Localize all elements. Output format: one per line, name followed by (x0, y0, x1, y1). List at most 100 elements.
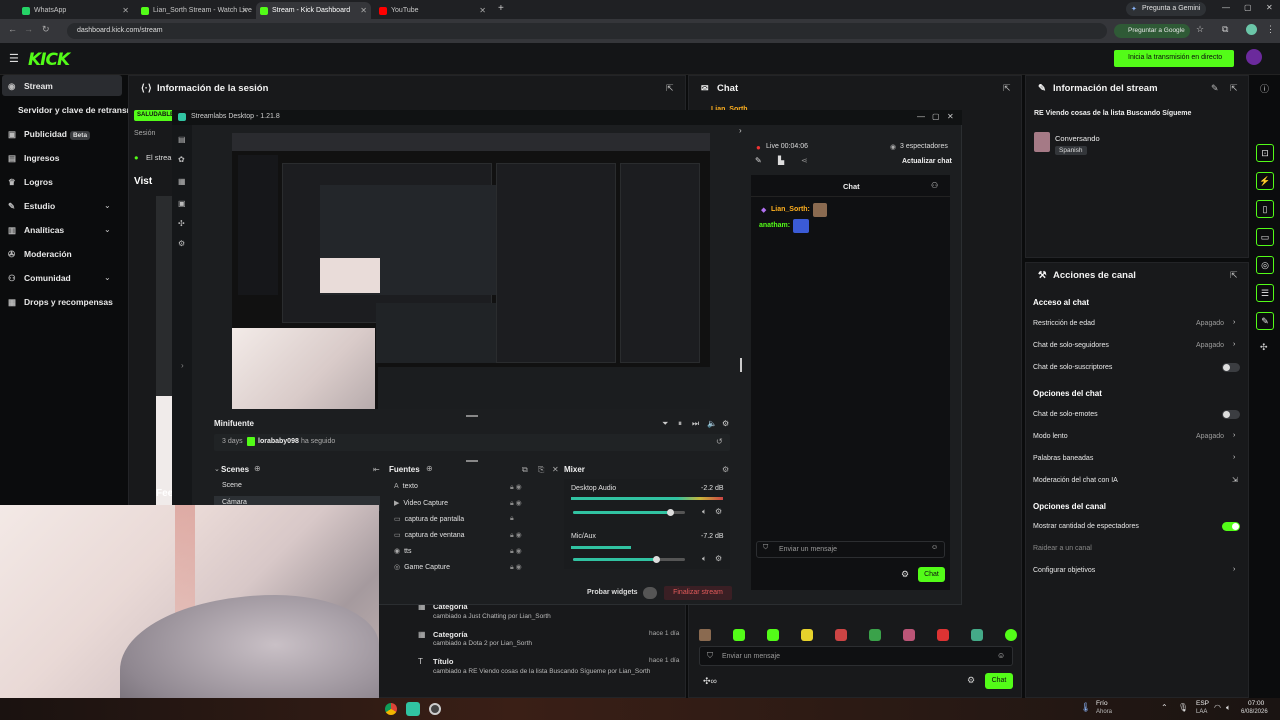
maximize-button[interactable]: ▢ (1244, 3, 1252, 12)
add-scene-icon[interactable]: ⊕ (254, 464, 261, 473)
age-restriction-label[interactable]: Restricción de edad (1033, 320, 1095, 327)
emote-icon[interactable] (903, 629, 915, 641)
kick-logo[interactable]: KICK (28, 50, 70, 70)
resize-handle[interactable] (466, 415, 478, 417)
clipboard-icon[interactable]: ▯ (1256, 200, 1274, 218)
expand-icon[interactable]: ⇱ (1230, 270, 1238, 281)
scene-item[interactable]: Scene (214, 479, 380, 494)
tab-youtube[interactable]: YouTube ✕ (375, 2, 490, 19)
scan-icon[interactable]: ⊡ (1256, 144, 1274, 162)
streamlabs-taskbar-icon[interactable] (406, 702, 420, 716)
expand-icon[interactable]: ⇱ (666, 83, 674, 94)
chat-icon[interactable]: ▭ (1256, 228, 1274, 246)
folder-icon[interactable]: ⧉ (522, 465, 528, 475)
emote-icon[interactable] (835, 629, 847, 641)
embedded-chat-send-button[interactable]: Chat (918, 567, 945, 582)
close-window-button[interactable]: ✕ (947, 112, 954, 121)
lock-icon[interactable]: 🔒︎ ◉ (510, 483, 522, 492)
emote-icon[interactable] (937, 629, 949, 641)
wifi-icon[interactable]: ◠ (1214, 703, 1221, 712)
share-icon[interactable]: ⋖ (801, 156, 808, 165)
volume-icon[interactable]: 🔈︎ (702, 507, 707, 517)
external-link-icon[interactable]: ⇲ (1232, 476, 1238, 484)
gear-icon[interactable]: ⚙ (722, 419, 729, 428)
clip-icon[interactable]: ▙ (778, 156, 784, 165)
refresh-chat-button[interactable]: Actualizar chat (902, 158, 952, 165)
theme-icon[interactable]: ✿ (178, 155, 185, 164)
close-window-button[interactable]: ✕ (1266, 3, 1273, 12)
bolt-icon[interactable]: ⚡ (1256, 172, 1274, 190)
sidebar-item-publicidad[interactable]: ▣ Publicidad Beta (8, 129, 91, 140)
gear-icon[interactable]: ⚙ (715, 554, 722, 563)
followers-only-label[interactable]: Chat de solo-seguidores (1033, 342, 1109, 349)
volume-icon[interactable]: 🔈︎ (702, 554, 707, 564)
hamburger-icon[interactable]: ☰ (9, 52, 19, 65)
tab-kick-dashboard[interactable]: Stream - Kick Dashboard ✕ (256, 2, 371, 19)
chevron-down-icon[interactable]: ⌄ (214, 465, 220, 473)
slider-knob[interactable] (667, 509, 675, 516)
sidebar-item-stream[interactable]: ◉ Stream (8, 81, 53, 92)
source-item[interactable]: Atexto (394, 483, 418, 490)
chat-send-button[interactable]: Chat (985, 673, 1013, 689)
minimize-button[interactable]: — (917, 112, 925, 121)
pause-icon[interactable]: ⏸ (678, 419, 682, 429)
sidebar-item-estudio[interactable]: ✎ Estudio (8, 201, 55, 212)
new-tab-button[interactable]: + (498, 3, 504, 14)
emote-icon[interactable] (869, 629, 881, 641)
emote-icon[interactable] (801, 629, 813, 641)
expand-icon[interactable]: ⇱ (1003, 83, 1011, 94)
extensions-icon[interactable]: ⧉ (1222, 24, 1228, 35)
chevron-right-icon[interactable]: › (1233, 454, 1235, 461)
gear-icon[interactable]: ⚙ (715, 507, 722, 516)
source-item[interactable]: ◉ tts (394, 547, 412, 555)
event-user[interactable]: lorababy098 (258, 438, 299, 445)
chrome-icon[interactable] (385, 703, 397, 715)
lock-icon[interactable]: 🔒︎ ◉ (510, 531, 522, 540)
tab-whatsapp[interactable]: WhatsApp ✕ (18, 2, 133, 19)
maximize-button[interactable]: ▢ (932, 112, 940, 121)
gemini-button[interactable]: ✦ Pregunta a Gemini (1126, 2, 1206, 16)
ask-google-button[interactable]: Preguntar a Google (1114, 24, 1190, 38)
goals-label[interactable]: Configurar objetivos (1033, 567, 1095, 574)
volume-icon[interactable]: 🔈 (707, 419, 717, 428)
chat-username[interactable]: anatham: (759, 222, 790, 229)
apps-icon[interactable]: ✣ (178, 219, 185, 228)
close-icon[interactable]: ✕ (241, 6, 248, 15)
server-icon[interactable]: ☰ (1256, 284, 1274, 302)
close-icon[interactable]: ✕ (360, 6, 367, 15)
lock-icon[interactable]: 🔒︎ ◉ (510, 563, 522, 572)
resize-handle[interactable] (466, 460, 478, 462)
edit-icon[interactable]: ✎ (755, 156, 762, 165)
sidebar-item-comunidad[interactable]: ⚇ Comunidad (8, 273, 71, 284)
banned-words-label[interactable]: Palabras baneadas (1033, 455, 1093, 462)
slider-knob[interactable] (652, 556, 660, 563)
close-icon[interactable]: ✕ (479, 6, 486, 15)
chevron-down-icon[interactable]: ⌄ (104, 201, 111, 210)
layout-icon[interactable]: ▣ (178, 199, 186, 208)
source-item[interactable]: ◎ Game Capture (394, 563, 450, 571)
points-icon[interactable]: ✣∞ (703, 676, 717, 687)
tab-kick-watch[interactable]: Lian_Sorth Stream - Watch Live ✕ (137, 2, 252, 19)
obs-icon[interactable] (429, 703, 441, 715)
sources-toggle-icon[interactable]: ⇤ (373, 465, 380, 474)
lock-icon[interactable]: 🔒︎ (510, 515, 514, 523)
go-live-button[interactable]: Inicia la transmisión en directo (1114, 50, 1234, 67)
chevron-right-icon[interactable]: › (1233, 341, 1235, 348)
chevron-right-icon[interactable]: › (1233, 319, 1235, 326)
replay-icon[interactable]: ↺ (716, 437, 723, 446)
test-widgets-label[interactable]: Probar widgets (587, 589, 638, 596)
ai-moderation-label[interactable]: Moderación del chat con IA (1033, 477, 1118, 484)
sidebar-item-moderacion[interactable]: ✇ Moderación (8, 249, 72, 260)
copy-icon[interactable]: ⎘ (538, 465, 544, 475)
broadcast-icon[interactable]: ◎ (1256, 256, 1274, 274)
minimize-button[interactable]: — (1222, 3, 1230, 12)
emotes-only-toggle[interactable] (1222, 410, 1240, 419)
chevron-down-icon[interactable]: ⌄ (104, 225, 111, 234)
sidebar-item-ingresos[interactable]: ▤ Ingresos (8, 153, 59, 164)
settings-icon[interactable]: ⚙ (178, 239, 185, 248)
lock-icon[interactable]: 🔒︎ ◉ (510, 547, 522, 556)
wrench-icon[interactable]: ✎ (1256, 312, 1274, 330)
add-source-icon[interactable]: ⊕ (426, 464, 433, 473)
dashboard-icon[interactable]: ▦ (178, 177, 186, 186)
chat-message-input[interactable]: Enviar un mensaje (699, 646, 1013, 666)
